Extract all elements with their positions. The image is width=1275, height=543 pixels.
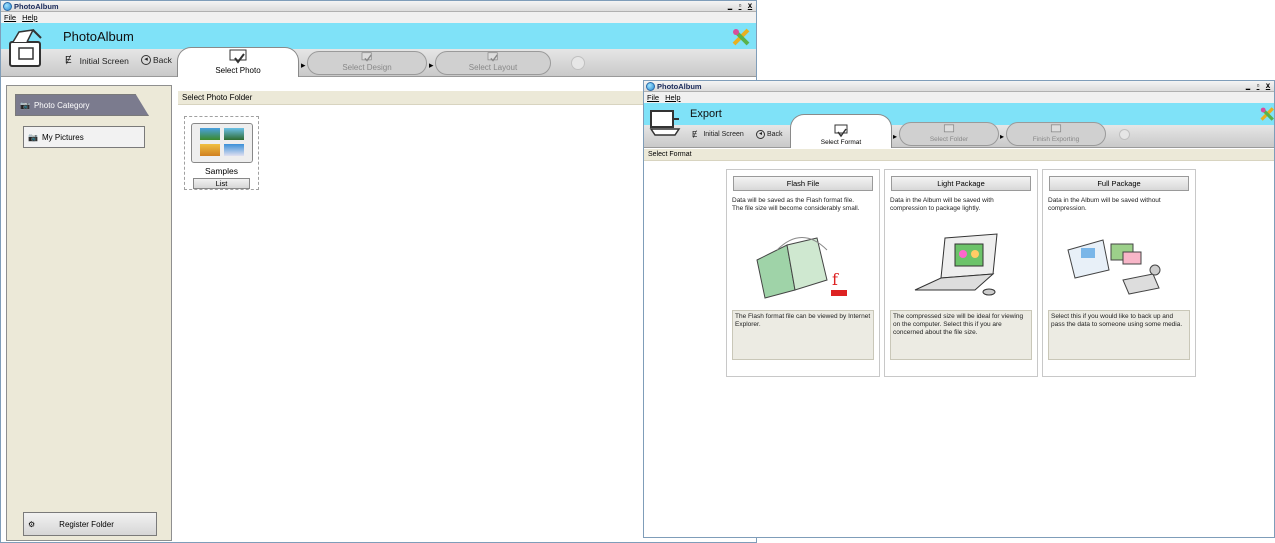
photo-category-button[interactable]: 📷 Photo Category bbox=[15, 94, 149, 116]
tab-label: Select Photo bbox=[215, 66, 261, 75]
home-menu-icon: Ɇ bbox=[692, 130, 698, 139]
back-arrow-icon: ◂ bbox=[756, 130, 765, 139]
flash-book-image: f bbox=[747, 230, 857, 302]
export-window: PhotoAlbum _ ▫ x File Help Export Ɇ Init… bbox=[643, 80, 1275, 538]
maximize-button[interactable]: ▫ bbox=[1254, 81, 1262, 90]
format-card-full: Full Package Data in the Album will be s… bbox=[1042, 169, 1196, 377]
format-card-flash: Flash File Data will be saved as the Fla… bbox=[726, 169, 880, 377]
menu-help[interactable]: Help bbox=[665, 93, 680, 102]
minimize-button[interactable]: _ bbox=[1244, 81, 1252, 90]
back-link[interactable]: ◂ Back bbox=[756, 130, 783, 139]
format-note: The Flash format file can be viewed by I… bbox=[732, 310, 874, 360]
menu-bar: File Help bbox=[644, 92, 1274, 103]
step-arrow-icon: ▸ bbox=[893, 132, 898, 141]
home-menu-icon: Ɇ bbox=[65, 55, 72, 66]
my-pictures-button[interactable]: 📷 My Pictures bbox=[23, 126, 145, 148]
menu-help[interactable]: Help bbox=[22, 13, 37, 22]
full-package-button[interactable]: Full Package bbox=[1049, 176, 1189, 191]
window-controls: _ ▫ x bbox=[1244, 81, 1272, 90]
format-description: Data will be saved as the Flash format f… bbox=[732, 197, 860, 212]
back-label: Back bbox=[767, 131, 783, 138]
tab-label: Select Layout bbox=[468, 63, 518, 72]
folder-thumbnail bbox=[191, 123, 253, 163]
back-link[interactable]: ◂ Back bbox=[141, 55, 172, 65]
camera-icon: 📷 bbox=[28, 132, 38, 142]
select-folder-icon bbox=[943, 124, 955, 133]
tools-icon[interactable] bbox=[732, 28, 752, 48]
select-photo-icon bbox=[229, 49, 247, 64]
register-folder-label: Register Folder bbox=[59, 519, 114, 529]
select-format-header: Select Format bbox=[644, 149, 1274, 161]
export-icon bbox=[649, 109, 681, 139]
maximize-button[interactable]: ▫ bbox=[736, 1, 744, 10]
app-title: PhotoAlbum bbox=[63, 29, 134, 44]
flash-file-button[interactable]: Flash File bbox=[733, 176, 873, 191]
menu-bar: File Help bbox=[1, 12, 756, 23]
title-bar[interactable]: PhotoAlbum _ ▫ x bbox=[1, 1, 756, 12]
close-button[interactable]: x bbox=[1264, 81, 1272, 90]
back-arrow-icon: ◂ bbox=[141, 55, 151, 65]
tab-finish-exporting: Finish Exporting bbox=[1006, 122, 1106, 146]
folder-item-samples[interactable]: Samples List bbox=[184, 116, 259, 190]
initial-screen-label: Initial Screen bbox=[703, 131, 744, 138]
step-arrow-icon: ▸ bbox=[429, 60, 434, 70]
window-title: PhotoAlbum bbox=[657, 81, 702, 91]
finish-exporting-icon bbox=[1050, 124, 1062, 133]
folder-list-button[interactable]: List bbox=[193, 178, 250, 189]
tab-label: Finish Exporting bbox=[1032, 136, 1080, 143]
minimize-button[interactable]: _ bbox=[726, 1, 734, 10]
initial-screen-label: Initial Screen bbox=[79, 55, 129, 66]
title-bar[interactable]: PhotoAlbum _ ▫ x bbox=[644, 81, 1274, 92]
light-package-button[interactable]: Light Package bbox=[891, 176, 1031, 191]
next-step-icon bbox=[1119, 129, 1130, 140]
select-design-icon bbox=[361, 52, 372, 62]
format-note: The compressed size will be ideal for vi… bbox=[890, 310, 1032, 360]
menu-file[interactable]: File bbox=[647, 93, 659, 102]
tab-select-format[interactable]: Select Format bbox=[790, 114, 892, 148]
format-description: Data in the Album will be saved without … bbox=[1048, 197, 1161, 212]
tab-label: Select Format bbox=[820, 139, 862, 146]
folder-name: Samples bbox=[204, 166, 239, 176]
menu-file[interactable]: File bbox=[4, 13, 16, 22]
register-folder-icon: ⚙ bbox=[28, 519, 36, 529]
format-card-light: Light Package Data in the Album will be … bbox=[884, 169, 1038, 377]
tools-icon[interactable] bbox=[1260, 106, 1274, 124]
step-arrow-icon: ▸ bbox=[1000, 132, 1005, 141]
category-panel: 📷 Photo Category 📷 My Pictures ⚙ Registe… bbox=[6, 85, 172, 541]
back-label: Back bbox=[153, 55, 172, 65]
select-format-icon bbox=[834, 124, 848, 138]
tab-select-photo[interactable]: Select Photo bbox=[177, 47, 299, 77]
photoalbum-icon bbox=[7, 28, 45, 74]
window-title: PhotoAlbum bbox=[14, 1, 59, 11]
initial-screen-link[interactable]: Ɇ Initial Screen bbox=[65, 55, 129, 66]
camera-icon: 📷 bbox=[20, 100, 30, 110]
select-layout-icon bbox=[487, 52, 498, 62]
tab-select-folder: Select Folder bbox=[899, 122, 999, 146]
tab-select-design: Select Design bbox=[307, 51, 427, 75]
laptop-image bbox=[905, 230, 1015, 302]
initial-screen-link[interactable]: Ɇ Initial Screen bbox=[692, 130, 744, 139]
app-icon bbox=[646, 81, 655, 91]
format-note: Select this if you would like to back up… bbox=[1048, 310, 1190, 360]
register-folder-button[interactable]: ⚙ Register Folder bbox=[23, 512, 157, 536]
tab-label: Select Folder bbox=[929, 136, 969, 143]
app-title: Export bbox=[690, 108, 722, 120]
tab-label: Select Design bbox=[342, 63, 392, 72]
tab-select-layout: Select Layout bbox=[435, 51, 551, 75]
my-pictures-label: My Pictures bbox=[41, 132, 84, 142]
window-controls: _ ▫ x bbox=[726, 1, 754, 10]
format-description: Data in the Album will be saved with com… bbox=[890, 197, 994, 212]
app-icon bbox=[3, 1, 12, 11]
photo-category-label: Photo Category bbox=[33, 100, 90, 110]
svg-text:f: f bbox=[832, 270, 839, 289]
step-arrow-icon: ▸ bbox=[301, 60, 306, 70]
close-button[interactable]: x bbox=[746, 1, 754, 10]
album-printer-image bbox=[1063, 230, 1173, 302]
next-step-icon bbox=[571, 56, 585, 70]
